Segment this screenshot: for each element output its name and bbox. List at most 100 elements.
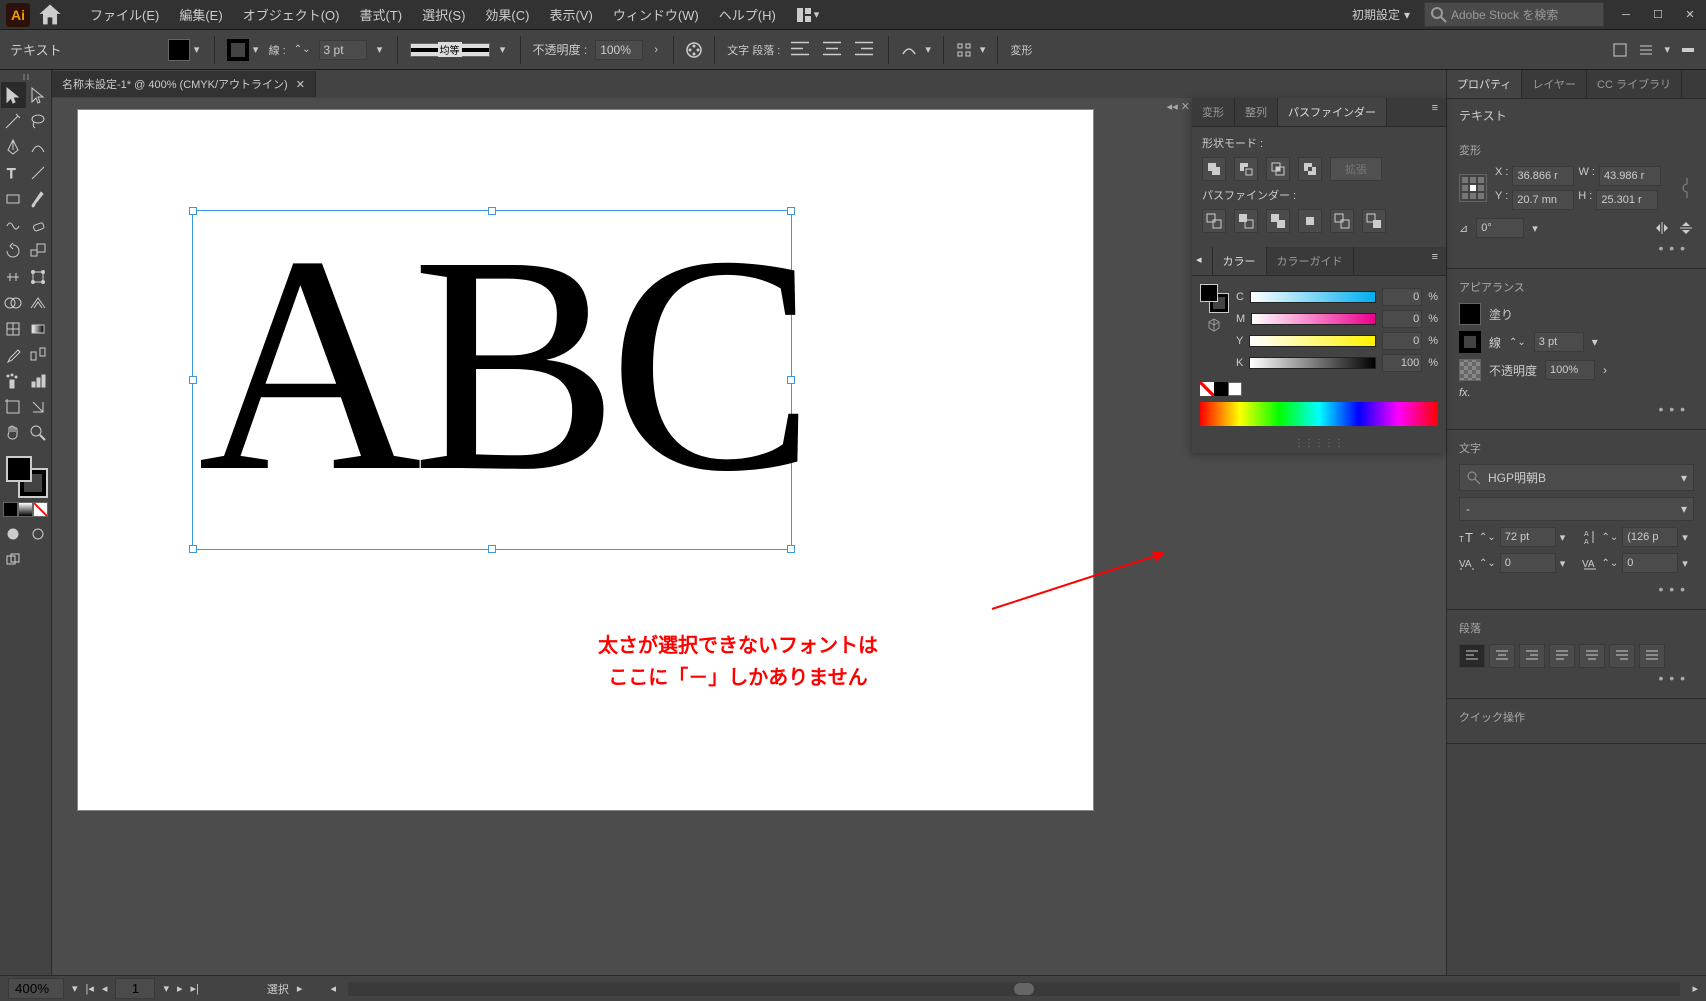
mesh-tool[interactable] [1, 316, 26, 342]
gradient-tool[interactable] [26, 316, 51, 342]
stroke-width-input[interactable] [319, 40, 367, 60]
screen-mode-full[interactable] [26, 521, 51, 547]
para-align-left[interactable] [1459, 644, 1485, 668]
fx-button[interactable]: fx. [1459, 387, 1694, 399]
paintbrush-tool[interactable] [26, 186, 51, 212]
align-left-icon[interactable] [788, 38, 812, 62]
menu-file[interactable]: ファイル(E) [82, 1, 167, 28]
opacity-dropdown[interactable]: › [651, 40, 661, 60]
stroke-swatch[interactable] [227, 39, 249, 61]
para-justify-left[interactable] [1549, 644, 1575, 668]
link-wh-icon[interactable] [1680, 174, 1694, 202]
tab-transform[interactable]: 変形 [1192, 98, 1235, 126]
free-transform-tool[interactable] [26, 264, 51, 290]
h-input[interactable] [1596, 190, 1658, 210]
font-style-select[interactable]: -▾ [1459, 497, 1694, 521]
first-artboard-icon[interactable]: |◂ [86, 982, 94, 995]
font-family-select[interactable]: HGP明朝B▾ [1459, 464, 1694, 491]
outline-button[interactable] [1330, 209, 1354, 233]
unite-button[interactable] [1202, 157, 1226, 181]
reference-point[interactable] [1459, 174, 1487, 202]
options-icon-1[interactable] [1612, 42, 1628, 58]
crop-button[interactable] [1298, 209, 1322, 233]
tab-color[interactable]: カラー [1213, 247, 1267, 275]
blend-tool[interactable] [26, 342, 51, 368]
flip-v-icon[interactable] [1678, 220, 1694, 236]
menu-window[interactable]: ウィンドウ(W) [605, 1, 707, 28]
opacity-swatch[interactable] [1459, 359, 1481, 381]
appearance-more[interactable]: • • • [1459, 399, 1694, 419]
type-tool[interactable]: T [1, 160, 26, 186]
next-artboard-icon[interactable]: ▸ [177, 982, 183, 995]
stroke-weight-input[interactable] [1534, 332, 1584, 352]
font-size-input[interactable] [1500, 527, 1556, 547]
curvature-tool[interactable] [26, 134, 51, 160]
kerning-input[interactable] [1500, 553, 1556, 573]
w-input[interactable] [1599, 166, 1661, 186]
color-panel-menu-icon[interactable]: ≡ [1424, 247, 1446, 275]
color-mode-fill[interactable] [3, 502, 18, 517]
last-artboard-icon[interactable]: ▸| [191, 982, 199, 995]
magic-wand-tool[interactable] [1, 108, 26, 134]
menu-effect[interactable]: 効果(C) [477, 1, 537, 28]
fill-swatch[interactable] [168, 39, 190, 61]
trim-button[interactable] [1234, 209, 1258, 233]
tab-properties[interactable]: プロパティ [1447, 70, 1522, 98]
panel-menu-icon[interactable]: ≡ [1424, 98, 1446, 126]
options-icon-2[interactable] [1638, 42, 1654, 58]
y-input[interactable] [1512, 190, 1574, 210]
menu-help[interactable]: ヘルプ(H) [711, 1, 784, 28]
y-slider[interactable] [1249, 335, 1376, 347]
maximize-button[interactable]: ☐ [1648, 8, 1668, 22]
leading-input[interactable] [1622, 527, 1678, 547]
para-justify-right[interactable] [1609, 644, 1635, 668]
align-to-icon[interactable] [956, 42, 972, 58]
shaper-tool[interactable] [1, 212, 26, 238]
rotate-input[interactable] [1476, 218, 1524, 238]
character-more[interactable]: • • • [1459, 579, 1694, 599]
workspace-switcher[interactable]: 初期設定▾ [1346, 4, 1416, 25]
stock-search-input[interactable]: Adobe Stock を検索 [1424, 2, 1604, 27]
draw-mode[interactable] [1, 547, 26, 573]
horizontal-scrollbar[interactable] [348, 982, 1681, 996]
tab-align[interactable]: 整列 [1235, 98, 1278, 126]
panel-resize-handle[interactable]: ⋮⋮⋮⋮⋮ [1192, 434, 1446, 453]
white-color[interactable] [1228, 382, 1242, 396]
hand-tool[interactable] [1, 420, 26, 446]
tracking-input[interactable] [1622, 553, 1678, 573]
minus-back-button[interactable] [1362, 209, 1386, 233]
stroke-profile[interactable]: 均等 [410, 43, 490, 57]
merge-button[interactable] [1266, 209, 1290, 233]
m-input[interactable] [1382, 310, 1422, 328]
scale-tool[interactable] [26, 238, 51, 264]
stroke-dropdown[interactable]: ▾ [251, 40, 261, 60]
canvas-text[interactable]: ABC [198, 210, 805, 520]
c-slider[interactable] [1250, 291, 1376, 303]
column-graph-tool[interactable] [26, 368, 51, 394]
color-mode-gradient[interactable] [18, 502, 33, 517]
arrange-docs-icon[interactable] [796, 7, 812, 23]
paragraph-more[interactable]: • • • [1459, 668, 1694, 688]
char-para-label[interactable]: 文字 段落 : [727, 42, 780, 58]
para-align-center[interactable] [1489, 644, 1515, 668]
slice-tool[interactable] [26, 394, 51, 420]
fill-stroke-picker[interactable] [6, 456, 46, 496]
zoom-input[interactable] [8, 978, 64, 999]
para-justify-center[interactable] [1579, 644, 1605, 668]
line-tool[interactable] [26, 160, 51, 186]
black-color[interactable] [1214, 382, 1228, 396]
tab-layers[interactable]: レイヤー [1522, 70, 1587, 98]
m-slider[interactable] [1251, 313, 1376, 325]
minimize-button[interactable]: ─ [1616, 8, 1636, 22]
rotate-tool[interactable] [1, 238, 26, 264]
fill-dropdown[interactable]: ▾ [192, 40, 202, 60]
prev-artboard-icon[interactable]: ◂ [102, 982, 108, 995]
divide-button[interactable] [1202, 209, 1226, 233]
fill-color-swatch[interactable] [1459, 303, 1481, 325]
artboard-tool[interactable] [1, 394, 26, 420]
recolor-artwork-icon[interactable] [686, 42, 702, 58]
selection-tool[interactable] [1, 82, 26, 108]
close-button[interactable]: ✕ [1680, 8, 1700, 22]
minus-front-button[interactable] [1234, 157, 1258, 181]
rectangle-tool[interactable] [1, 186, 26, 212]
